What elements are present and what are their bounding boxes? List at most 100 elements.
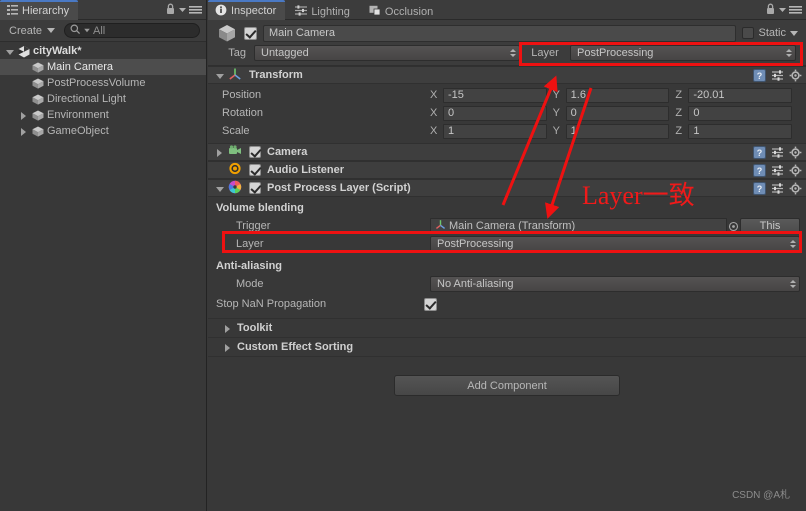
component-header-transform[interactable]: Transform ? [208, 66, 806, 84]
position-z-input[interactable]: -20.01 [688, 87, 793, 103]
chevron-down-icon[interactable] [214, 183, 225, 194]
object-name-input[interactable]: Main Camera [263, 24, 737, 42]
unity-scene-icon [17, 45, 31, 58]
help-icon[interactable]: ? [753, 182, 766, 198]
rotation-x-input[interactable]: 0 [443, 105, 547, 121]
rotation-y-input[interactable]: 0 [565, 105, 670, 121]
post-process-row-trigger: Trigger Main Camera (Transform) This [208, 217, 806, 235]
component-header-camera[interactable]: Camera ? [208, 143, 806, 161]
hierarchy-item-environment[interactable]: Environment [0, 107, 206, 123]
axis-x-label: X [430, 125, 438, 137]
stop-nan-checkbox[interactable] [424, 297, 437, 311]
antialiasing-mode-dropdown[interactable]: No Anti-aliasing [430, 276, 800, 292]
hierarchy-item-postprocessvolume[interactable]: PostProcessVolume [0, 75, 206, 91]
position-x-input[interactable]: -15 [443, 87, 547, 103]
hierarchy-item-directional-light[interactable]: Directional Light [0, 91, 206, 107]
chevron-right-icon[interactable] [214, 147, 225, 158]
component-tools-camera: ? [753, 146, 802, 162]
tab-lighting-label: Lighting [311, 5, 350, 18]
gear-icon[interactable] [789, 69, 802, 85]
hamburger-menu-icon[interactable] [189, 4, 202, 18]
object-header: Main Camera Static Tag Untagged Layer Po… [208, 20, 806, 66]
audio-listener-enabled-checkbox[interactable] [249, 164, 261, 176]
chevron-right-icon[interactable] [222, 323, 233, 334]
help-icon[interactable]: ? [753, 69, 766, 85]
search-input[interactable]: All [64, 23, 200, 38]
rotation-vector3: X 0 Y 0 Z 0 [430, 105, 806, 121]
add-component-button[interactable]: Add Component [394, 375, 620, 396]
svg-text:?: ? [757, 166, 763, 176]
gear-icon[interactable] [789, 146, 802, 162]
tab-inspector[interactable]: Inspector [208, 0, 286, 20]
tab-hierarchy[interactable]: Hierarchy [0, 0, 79, 20]
post-process-aperture-icon [228, 180, 242, 197]
preset-icon[interactable] [771, 69, 784, 85]
hierarchy-item-label: GameObject [47, 125, 109, 137]
position-x-value: -15 [448, 89, 464, 101]
hierarchy-scene-row[interactable]: cityWalk* [0, 43, 206, 59]
chevron-down-icon[interactable] [4, 46, 15, 57]
preset-icon[interactable] [771, 146, 784, 162]
component-body-post-process-layer: Volume blending Trigger Main Camera (Tra… [208, 197, 806, 318]
foldout-custom-effect-sorting[interactable]: Custom Effect Sorting [208, 337, 806, 356]
create-button[interactable]: Create [5, 23, 59, 39]
svg-text:?: ? [757, 148, 763, 158]
gear-icon[interactable] [789, 182, 802, 198]
hamburger-menu-icon[interactable] [789, 4, 802, 18]
chevron-right-icon[interactable] [18, 110, 29, 121]
post-process-layer-enabled-checkbox[interactable] [249, 182, 261, 194]
scale-y-input[interactable]: 1 [565, 123, 670, 139]
antialiasing-title: Anti-aliasing [216, 260, 283, 272]
gear-icon[interactable] [789, 164, 802, 180]
object-header-row-tag-layer: Tag Untagged Layer PostProcessing [208, 43, 806, 62]
help-icon[interactable]: ? [753, 146, 766, 162]
object-picker-icon[interactable] [727, 221, 740, 232]
component-header-post-process-layer[interactable]: Post Process Layer (Script) ? [208, 179, 806, 197]
rotation-y-value: 0 [570, 107, 577, 119]
object-name-value: Main Camera [269, 27, 336, 39]
chevron-down-icon[interactable] [179, 4, 186, 18]
object-enabled-checkbox[interactable] [244, 26, 257, 40]
svg-text:?: ? [757, 71, 763, 81]
chevron-right-icon[interactable] [18, 126, 29, 137]
chevron-down-icon[interactable] [790, 30, 798, 36]
lock-icon[interactable] [765, 3, 776, 18]
preset-icon[interactable] [771, 182, 784, 198]
component-title-post-process-layer: Post Process Layer (Script) [267, 182, 411, 194]
scale-x-input[interactable]: 1 [443, 123, 547, 139]
create-button-label: Create [9, 24, 43, 37]
camera-enabled-checkbox[interactable] [249, 146, 261, 158]
post-process-layer-dropdown[interactable]: PostProcessing [430, 236, 800, 252]
lock-icon[interactable] [165, 3, 176, 18]
static-checkbox[interactable] [742, 27, 755, 39]
component-header-audio-listener[interactable]: Audio Listener ? [208, 161, 806, 179]
rotation-z-input[interactable]: 0 [688, 105, 793, 121]
foldout-toolkit[interactable]: Toolkit [208, 318, 806, 337]
help-icon[interactable]: ? [753, 164, 766, 180]
trigger-this-button[interactable]: This [740, 218, 800, 234]
preset-icon[interactable] [771, 164, 784, 180]
post-process-row-stop-nan: Stop NaN Propagation [208, 293, 806, 315]
axis-z-label: Z [675, 107, 683, 119]
trigger-object-field[interactable]: Main Camera (Transform) [430, 218, 727, 234]
chevron-down-icon[interactable] [214, 70, 225, 81]
position-z-group: Z -20.01 [675, 87, 798, 103]
position-y-input[interactable]: 1.6 [565, 87, 670, 103]
chevron-down-icon[interactable] [779, 4, 786, 18]
hierarchy-item-main-camera[interactable]: Main Camera [0, 59, 206, 75]
layer-dropdown[interactable]: PostProcessing [570, 44, 796, 61]
tab-lighting[interactable]: Lighting [288, 2, 359, 22]
component-title-transform: Transform [249, 69, 303, 81]
scale-z-value: 1 [693, 125, 700, 137]
hierarchy-tree: cityWalk* Main Camera PostProcessVolume [0, 42, 206, 139]
search-icon [70, 24, 81, 38]
tab-occlusion[interactable]: Occlusion [362, 2, 442, 22]
hierarchy-item-gameobject[interactable]: GameObject [0, 123, 206, 139]
hierarchy-item-label: Directional Light [47, 93, 126, 105]
scale-z-input[interactable]: 1 [688, 123, 793, 139]
add-component-label: Add Component [467, 379, 547, 392]
tag-dropdown[interactable]: Untagged [254, 44, 520, 61]
chevron-right-icon[interactable] [222, 342, 233, 353]
rotation-x-value: 0 [448, 107, 455, 119]
static-checkbox-group[interactable]: Static [742, 27, 800, 39]
